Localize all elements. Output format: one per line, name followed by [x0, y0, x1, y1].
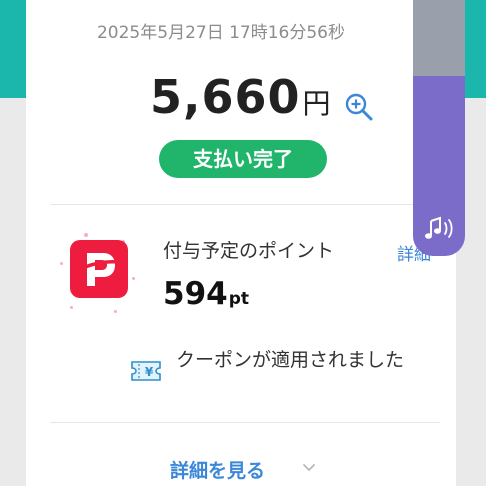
payment-amount-row: 5,660 円 — [150, 70, 331, 130]
payment-receipt-card: 2025年5月27日 17時16分56秒 5,660 円 支払い完了 付与予定の… — [26, 0, 456, 486]
widget-header — [413, 0, 465, 76]
points-unit: pt — [228, 289, 250, 309]
currency-label: 円 — [302, 87, 331, 120]
payment-status-badge: 支払い完了 — [159, 140, 327, 178]
coupon-ticket-icon: ¥ — [131, 361, 161, 381]
paypay-logo — [70, 240, 128, 298]
background-left — [0, 0, 26, 98]
points-label: 付与予定のポイント — [163, 240, 335, 262]
sparkle — [60, 262, 63, 265]
music-note-icon[interactable] — [421, 213, 457, 247]
side-left — [0, 98, 26, 486]
sparkle — [114, 310, 117, 313]
sparkle — [70, 306, 73, 309]
floating-media-widget[interactable] — [413, 0, 465, 256]
payment-timestamp: 2025年5月27日 17時16分56秒 — [96, 23, 345, 43]
payment-amount: 5,660 — [150, 70, 301, 124]
svg-text:¥: ¥ — [145, 365, 154, 379]
chevron-down-icon[interactable] — [302, 461, 316, 475]
sparkle — [84, 233, 88, 237]
divider — [50, 204, 440, 205]
screen: 2025年5月27日 17時16分56秒 5,660 円 支払い完了 付与予定の… — [0, 0, 486, 486]
sparkle — [132, 277, 135, 280]
points-value: 594 — [163, 276, 228, 312]
view-details-link[interactable]: 詳細を見る — [170, 456, 265, 483]
points-value-row: 594pt — [163, 276, 249, 312]
paypay-p-mark — [76, 253, 121, 286]
coupon-applied-message: クーポンが適用されました — [176, 349, 405, 371]
divider — [50, 422, 440, 423]
zoom-in-icon[interactable] — [344, 92, 374, 122]
